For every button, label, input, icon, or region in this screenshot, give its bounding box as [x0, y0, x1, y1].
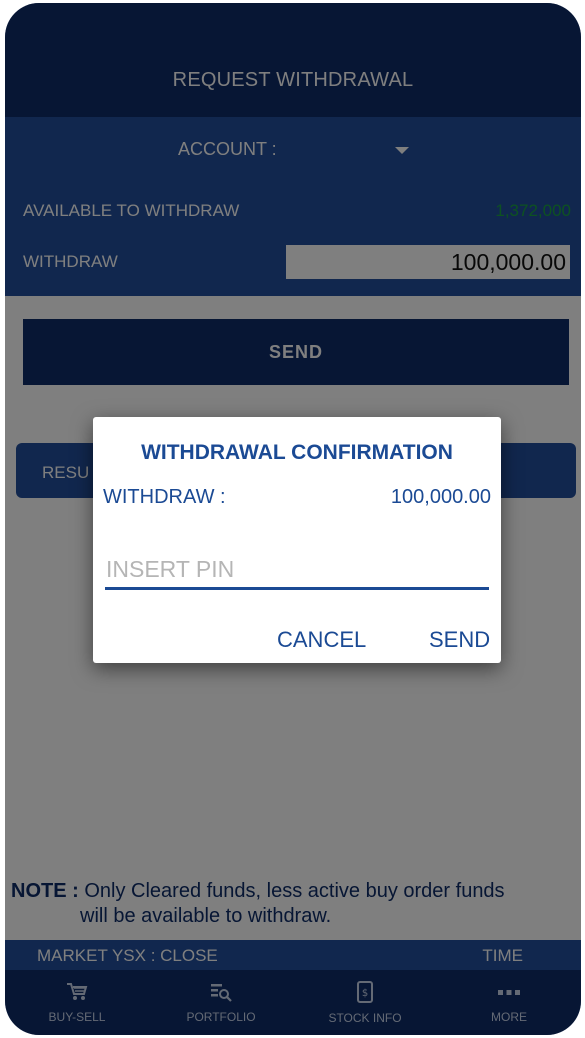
cancel-button[interactable]: CANCEL [277, 627, 366, 653]
withdrawal-confirmation-dialog: WITHDRAWAL CONFIRMATION WITHDRAW : 100,0… [93, 417, 501, 663]
pin-input[interactable] [105, 551, 489, 590]
app-screen: REQUEST WITHDRAWAL ACCOUNT : AVAILABLE T… [5, 3, 581, 1035]
dialog-send-button[interactable]: SEND [429, 627, 490, 653]
dialog-withdraw-value: 100,000.00 [390, 486, 491, 508]
dialog-withdraw-label: WITHDRAW : [103, 486, 226, 508]
dialog-title: WITHDRAWAL CONFIRMATION [141, 441, 453, 464]
